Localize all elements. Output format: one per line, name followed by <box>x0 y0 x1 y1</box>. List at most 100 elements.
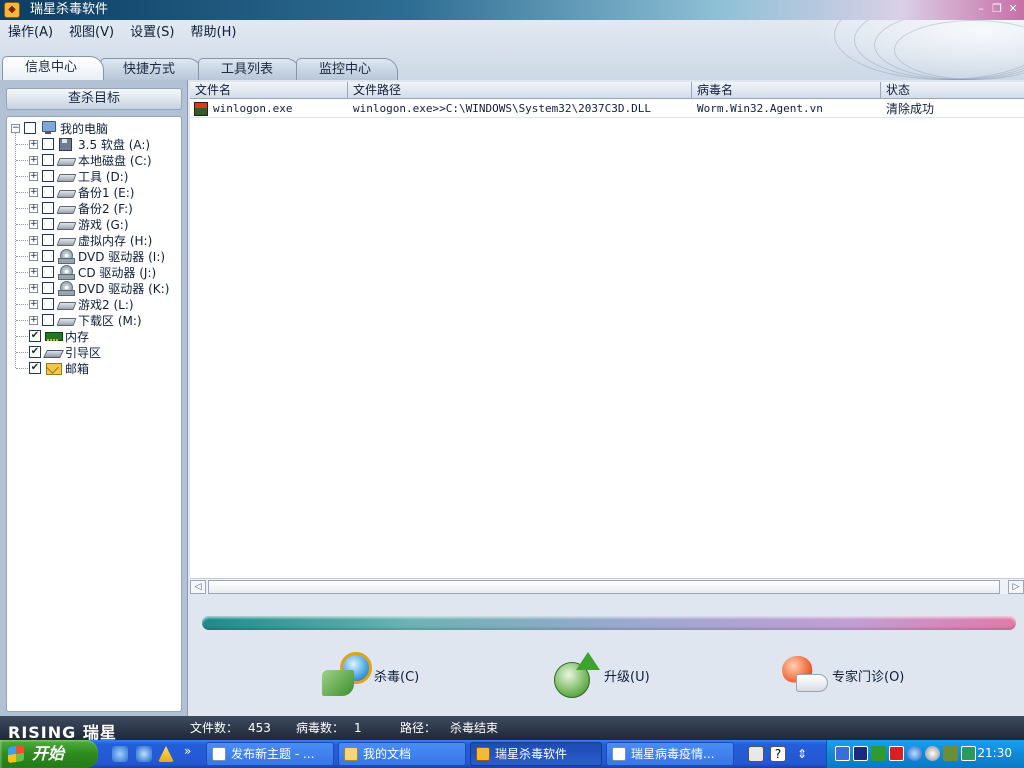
task-rising-virus-news[interactable]: 瑞星病毒疫情... <box>606 742 734 766</box>
close-icon[interactable]: ✕ <box>1006 2 1020 16</box>
decorative-swirl <box>814 20 1024 80</box>
ie-icon[interactable] <box>907 746 922 761</box>
restore-icon[interactable]: ❐ <box>990 2 1004 16</box>
tree-node-drive[interactable]: +3.5 软盘 (A:) <box>29 136 150 152</box>
shield-icon[interactable] <box>961 746 976 761</box>
expand-icon[interactable]: + <box>29 155 38 165</box>
tab-tool-list[interactable]: 工具列表 <box>198 58 301 80</box>
expand-icon[interactable]: + <box>29 315 38 325</box>
checkbox[interactable] <box>42 218 54 230</box>
checkbox[interactable]: ✔ <box>29 362 41 374</box>
tree-node-my-computer[interactable]: − 我的电脑 <box>11 120 108 136</box>
expert-clinic-button[interactable]: 专家门诊(O) <box>778 650 904 700</box>
tree-node-drive[interactable]: + DVD 驱动器 (K:) <box>29 280 169 296</box>
expand-icon[interactable]: + <box>29 219 38 229</box>
checkbox[interactable] <box>42 314 54 326</box>
arrow-icon[interactable]: ⇕ <box>794 746 810 762</box>
menu-settings[interactable]: 设置(S) <box>122 24 182 42</box>
checkbox[interactable] <box>42 298 54 310</box>
expand-icon[interactable]: + <box>29 251 38 261</box>
checkbox[interactable] <box>42 202 54 214</box>
more-quick-launch-icon[interactable]: » <box>184 744 191 758</box>
tree-node-drive[interactable]: + DVD 驱动器 (I:) <box>29 248 165 264</box>
media-icon[interactable] <box>853 746 868 761</box>
tab-shortcuts[interactable]: 快捷方式 <box>100 58 203 80</box>
scroll-right-icon[interactable]: ▷ <box>1008 580 1024 594</box>
checkbox[interactable] <box>42 154 54 166</box>
tree-node-drive[interactable]: + 备份1 (E:) <box>29 184 134 200</box>
tree-node-drive[interactable]: + 游戏2 (L:) <box>29 296 134 312</box>
expand-icon[interactable]: + <box>29 299 38 309</box>
tree-label: 3.5 软盘 (A:) <box>78 137 151 152</box>
rising-lion-icon <box>476 747 490 761</box>
menu-view[interactable]: 视图(V) <box>61 24 122 42</box>
help-icon[interactable]: ? <box>770 746 786 762</box>
column-header-virus[interactable]: 病毒名 <box>692 82 881 99</box>
expand-icon[interactable]: + <box>29 267 38 277</box>
column-header-path[interactable]: 文件路径 <box>348 82 692 99</box>
task-label: 瑞星杀毒软件 <box>495 747 568 761</box>
expert-clinic-icon <box>778 652 830 698</box>
checkbox[interactable] <box>42 186 54 198</box>
checkbox[interactable]: ✔ <box>29 346 41 358</box>
checkbox[interactable] <box>42 282 54 294</box>
network-icon[interactable] <box>835 746 850 761</box>
tree-icon[interactable] <box>871 746 886 761</box>
checkbox[interactable] <box>42 170 54 182</box>
minimize-icon[interactable]: – <box>974 2 988 16</box>
menu-help[interactable]: 帮助(H) <box>183 24 245 42</box>
checkbox[interactable] <box>42 138 54 150</box>
ie-icon[interactable] <box>136 746 152 762</box>
expand-icon[interactable]: + <box>29 187 38 197</box>
status-bar: RISING 瑞星 文件数： 453 病毒数： 1 路径： 杀毒结束 <box>0 716 1024 742</box>
tab-info-center[interactable]: 信息中心 <box>2 56 105 80</box>
column-header-status[interactable]: 状态 <box>881 82 1024 99</box>
tab-monitor-center[interactable]: 监控中心 <box>296 58 399 80</box>
tree-node-drive[interactable]: + 虚拟内存 (H:) <box>29 232 152 248</box>
keyboard-icon[interactable] <box>748 746 764 762</box>
tree-node-drive[interactable]: + 下载区 (M:) <box>29 312 142 328</box>
expand-icon[interactable]: + <box>29 171 38 181</box>
tree-label: 游戏2 (L:) <box>78 297 134 312</box>
kill-virus-button[interactable]: 杀毒(C) <box>320 650 419 700</box>
expand-icon[interactable]: + <box>29 235 38 245</box>
checkbox[interactable] <box>42 266 54 278</box>
upgrade-label: 升级(U) <box>604 669 650 685</box>
menu-operate[interactable]: 操作(A) <box>0 24 61 42</box>
task-rising-antivirus[interactable]: 瑞星杀毒软件 <box>470 742 602 766</box>
ie-icon[interactable] <box>112 746 128 762</box>
task-new-topic[interactable]: 发布新主题 - ... <box>206 742 334 766</box>
expand-icon[interactable]: + <box>29 203 38 213</box>
column-header-filename[interactable]: 文件名 <box>190 82 348 99</box>
expand-icon[interactable]: + <box>29 283 38 293</box>
tree-node-drive[interactable]: + 本地磁盘 (C:) <box>29 152 152 168</box>
table-row[interactable]: winlogon.exe winlogon.exe>>C:\WINDOWS\Sy… <box>190 100 1024 118</box>
task-my-documents[interactable]: 我的文档 <box>338 742 466 766</box>
tool-icon[interactable] <box>943 746 958 761</box>
scroll-thumb[interactable] <box>208 580 1000 594</box>
tree-node-drive[interactable]: + CD 驱动器 (J:) <box>29 264 156 280</box>
start-button[interactable]: 开始 <box>0 740 98 768</box>
scroll-left-icon[interactable]: ◁ <box>190 580 206 594</box>
scan-target-header: 查杀目标 <box>6 88 182 110</box>
checkbox[interactable] <box>24 122 36 134</box>
tree-node-drive[interactable]: + 工具 (D:) <box>29 168 128 184</box>
tree-connector <box>16 144 28 145</box>
checkbox[interactable]: ✔ <box>29 330 41 342</box>
flash-icon[interactable] <box>889 746 904 761</box>
expand-icon[interactable]: + <box>29 139 38 149</box>
disc-icon[interactable] <box>925 746 940 761</box>
checkbox[interactable] <box>42 234 54 246</box>
checkbox[interactable] <box>42 250 54 262</box>
tree-node-drive[interactable]: + 游戏 (G:) <box>29 216 129 232</box>
tree-label: 本地磁盘 (C:) <box>78 153 152 168</box>
tree-node-other[interactable]: ✔ 邮箱 <box>29 360 89 376</box>
tree-node-other[interactable]: ✔ 内存 <box>29 328 89 344</box>
task-label: 发布新主题 - ... <box>231 747 315 761</box>
warning-icon[interactable] <box>158 746 174 762</box>
upgrade-button[interactable]: 升级(U) <box>550 650 650 700</box>
tree-node-other[interactable]: ✔ 引导区 <box>29 344 101 360</box>
tree-node-drive[interactable]: + 备份2 (F:) <box>29 200 133 216</box>
tree-label: 引导区 <box>65 345 102 360</box>
horizontal-scrollbar[interactable]: ◁ ▷ <box>190 578 1024 594</box>
